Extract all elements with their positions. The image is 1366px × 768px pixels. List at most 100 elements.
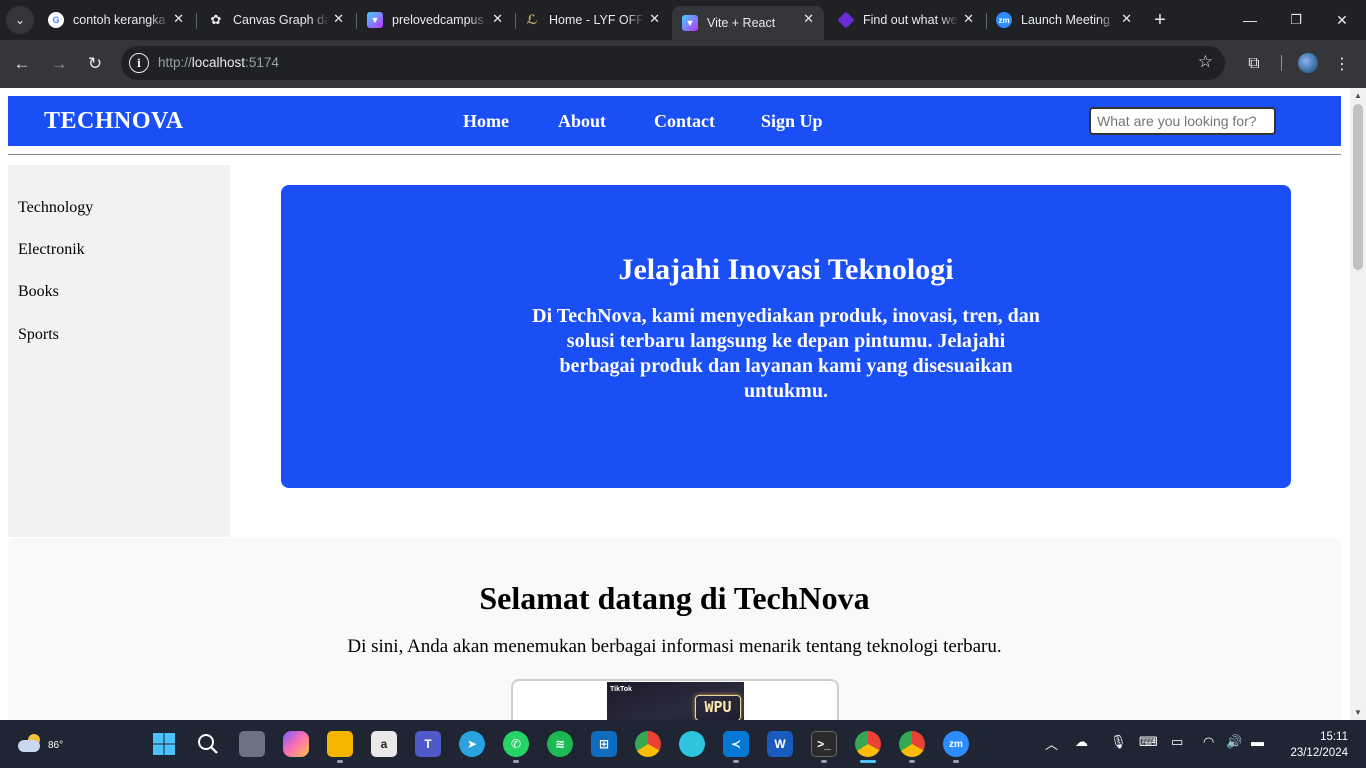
search-icon[interactable] bbox=[195, 731, 221, 757]
close-tab-icon[interactable]: ✕ bbox=[173, 11, 184, 27]
scroll-up-arrow-icon[interactable]: ▲ bbox=[1354, 91, 1362, 100]
browser-tab-strip: ⌄ G contoh kerangka ✕ ✿ Canvas Graph dan… bbox=[0, 0, 1366, 40]
sidebar-item-electronik[interactable]: Electronik bbox=[18, 241, 85, 259]
toolbar-divider bbox=[1281, 55, 1282, 71]
running-indicator-active bbox=[860, 760, 876, 763]
tab-launch-meeting[interactable]: zm Launch Meeting ✕ bbox=[986, 6, 1142, 34]
close-window-icon[interactable]: ✕ bbox=[1330, 8, 1354, 32]
close-tab-icon[interactable]: ✕ bbox=[333, 11, 344, 27]
running-indicator bbox=[909, 760, 915, 763]
tiktok-logo: TikTok bbox=[610, 686, 632, 693]
zoom-app-icon[interactable]: zm bbox=[943, 731, 969, 757]
microphone-icon[interactable]: 🎙 bbox=[1110, 734, 1127, 750]
volume-icon[interactable]: 🔊 bbox=[1226, 734, 1242, 750]
kebab-menu-icon[interactable]: ⋮ bbox=[1330, 52, 1354, 76]
wifi-icon[interactable]: ◠ bbox=[1203, 734, 1214, 750]
onedrive-cloud-icon[interactable]: ☁ bbox=[1075, 734, 1088, 750]
spotify-icon[interactable]: ≋ bbox=[547, 731, 573, 757]
system-clock[interactable]: 15:11 23/12/2024 bbox=[1284, 729, 1348, 761]
site-info-icon[interactable]: i bbox=[129, 53, 149, 73]
close-tab-icon[interactable]: ✕ bbox=[803, 11, 814, 27]
search-input[interactable] bbox=[1089, 107, 1276, 135]
brand-logo[interactable]: TECHNOVA bbox=[44, 108, 184, 135]
sidebar-item-sports[interactable]: Sports bbox=[18, 326, 59, 344]
amazon-icon[interactable]: a bbox=[371, 731, 397, 757]
site-navbar: TECHNOVA Home About Contact Sign Up bbox=[8, 96, 1341, 146]
running-indicator bbox=[337, 760, 343, 763]
sidebar-item-books[interactable]: Books bbox=[18, 283, 59, 301]
tiktok-video-thumbnail[interactable]: TikTok WPU bbox=[607, 682, 744, 720]
windows-start-icon[interactable] bbox=[151, 731, 177, 757]
nav-link-contact[interactable]: Contact bbox=[654, 111, 715, 132]
extensions-puzzle-icon[interactable]: ⧉ bbox=[1242, 52, 1266, 76]
clock-time: 15:11 bbox=[1320, 731, 1348, 743]
category-sidebar: Technology Electronik Books Sports bbox=[8, 165, 230, 537]
tray-overflow-chevron-icon[interactable]: ︿ bbox=[1045, 734, 1058, 753]
tab-prelovedcampus[interactable]: ▼ prelovedcampus ✕ bbox=[357, 6, 513, 34]
chrome-icon[interactable] bbox=[635, 731, 661, 757]
keyboard-icon[interactable]: ⌨ bbox=[1139, 734, 1158, 750]
nav-link-home[interactable]: Home bbox=[463, 111, 509, 132]
tab-find-out[interactable]: Find out what we ✕ bbox=[828, 6, 984, 34]
chrome-active-icon[interactable] bbox=[855, 731, 881, 757]
reload-icon[interactable]: ↻ bbox=[83, 52, 107, 76]
back-arrow-icon[interactable]: ← bbox=[10, 52, 34, 76]
minimize-icon[interactable]: — bbox=[1238, 8, 1262, 32]
vite-icon: ▼ bbox=[367, 12, 383, 28]
close-tab-icon[interactable]: ✕ bbox=[963, 11, 974, 27]
scroll-down-arrow-icon[interactable]: ▼ bbox=[1354, 708, 1362, 717]
running-indicator bbox=[953, 760, 959, 763]
tab-contoh-kerangka[interactable]: G contoh kerangka ✕ bbox=[38, 6, 194, 34]
copilot-icon[interactable] bbox=[283, 731, 309, 757]
close-tab-icon[interactable]: ✕ bbox=[492, 11, 503, 27]
chatgpt-icon: ✿ bbox=[210, 12, 222, 27]
terminal-icon[interactable]: >_ bbox=[811, 731, 837, 757]
whatsapp-icon[interactable]: ✆ bbox=[503, 731, 529, 757]
close-tab-icon[interactable]: ✕ bbox=[1121, 11, 1132, 27]
weather-temperature: 86° bbox=[48, 740, 64, 751]
tab-search-chevron-icon[interactable]: ⌄ bbox=[6, 6, 34, 34]
lyf-logo-icon: ℒ bbox=[526, 12, 538, 27]
running-indicator bbox=[513, 760, 519, 763]
battery-icon[interactable]: ▬ bbox=[1251, 734, 1264, 749]
close-tab-icon[interactable]: ✕ bbox=[649, 11, 660, 27]
welcome-title: Selamat datang di TechNova bbox=[479, 580, 870, 616]
cloud-icon bbox=[18, 740, 40, 752]
profile-avatar[interactable] bbox=[1298, 53, 1318, 73]
new-tab-plus-icon[interactable]: + bbox=[1148, 8, 1172, 32]
hero-description: Di TechNova, kami menyediakan produk, in… bbox=[532, 305, 1040, 402]
teams-icon[interactable]: T bbox=[415, 731, 441, 757]
edge-icon[interactable] bbox=[679, 731, 705, 757]
chrome-profile-icon[interactable] bbox=[899, 731, 925, 757]
tab-vite-react[interactable]: ▼ Vite + React ✕ bbox=[672, 6, 824, 40]
welcome-section: Selamat datang di TechNova Di sini, Anda… bbox=[8, 538, 1341, 720]
welcome-text: Di sini, Anda akan menemukan berbagai in… bbox=[347, 636, 1002, 657]
sidebar-item-technology[interactable]: Technology bbox=[18, 199, 93, 217]
nav-link-about[interactable]: About bbox=[558, 111, 606, 132]
nav-link-sign-up[interactable]: Sign Up bbox=[761, 111, 823, 132]
url-text[interactable]: http://localhost:5174 bbox=[158, 55, 279, 70]
tab-canvas-graph[interactable]: ✿ Canvas Graph dan ✕ bbox=[198, 6, 354, 34]
vscode-icon[interactable]: ≺ bbox=[723, 731, 749, 757]
display-icon[interactable]: ▭ bbox=[1171, 734, 1183, 750]
restore-icon[interactable]: ❐ bbox=[1284, 8, 1308, 32]
telegram-icon[interactable]: ➤ bbox=[459, 731, 485, 757]
forward-arrow-icon[interactable]: → bbox=[47, 52, 71, 76]
address-bar[interactable]: i http://localhost:5174 ☆ bbox=[121, 46, 1225, 80]
scroll-thumb[interactable] bbox=[1353, 104, 1363, 270]
microsoft-store-icon[interactable]: ⊞ bbox=[591, 731, 617, 757]
bookmark-star-icon[interactable]: ☆ bbox=[1198, 52, 1213, 72]
tab-lyf-official[interactable]: ℒ Home - LYF OFFICIAL ✕ bbox=[514, 6, 670, 34]
hero-title: Jelajahi Inovasi Teknologi bbox=[618, 253, 954, 286]
word-icon[interactable]: W bbox=[767, 731, 793, 757]
google-icon: G bbox=[48, 12, 64, 28]
weather-widget[interactable]: 86° bbox=[16, 732, 63, 756]
browser-toolbar: ← → ↻ i http://localhost:5174 ☆ ⧉ ⋮ bbox=[0, 40, 1366, 88]
task-view-icon[interactable] bbox=[239, 731, 265, 757]
page-scrollbar[interactable]: ▲ ▼ bbox=[1350, 88, 1366, 720]
clock-date: 23/12/2024 bbox=[1290, 747, 1348, 759]
file-explorer-icon[interactable] bbox=[327, 731, 353, 757]
hero-banner: Jelajahi Inovasi Teknologi Di TechNova, … bbox=[281, 185, 1291, 488]
video-embed-card[interactable]: TikTok WPU bbox=[511, 679, 839, 720]
running-indicator bbox=[733, 760, 739, 763]
